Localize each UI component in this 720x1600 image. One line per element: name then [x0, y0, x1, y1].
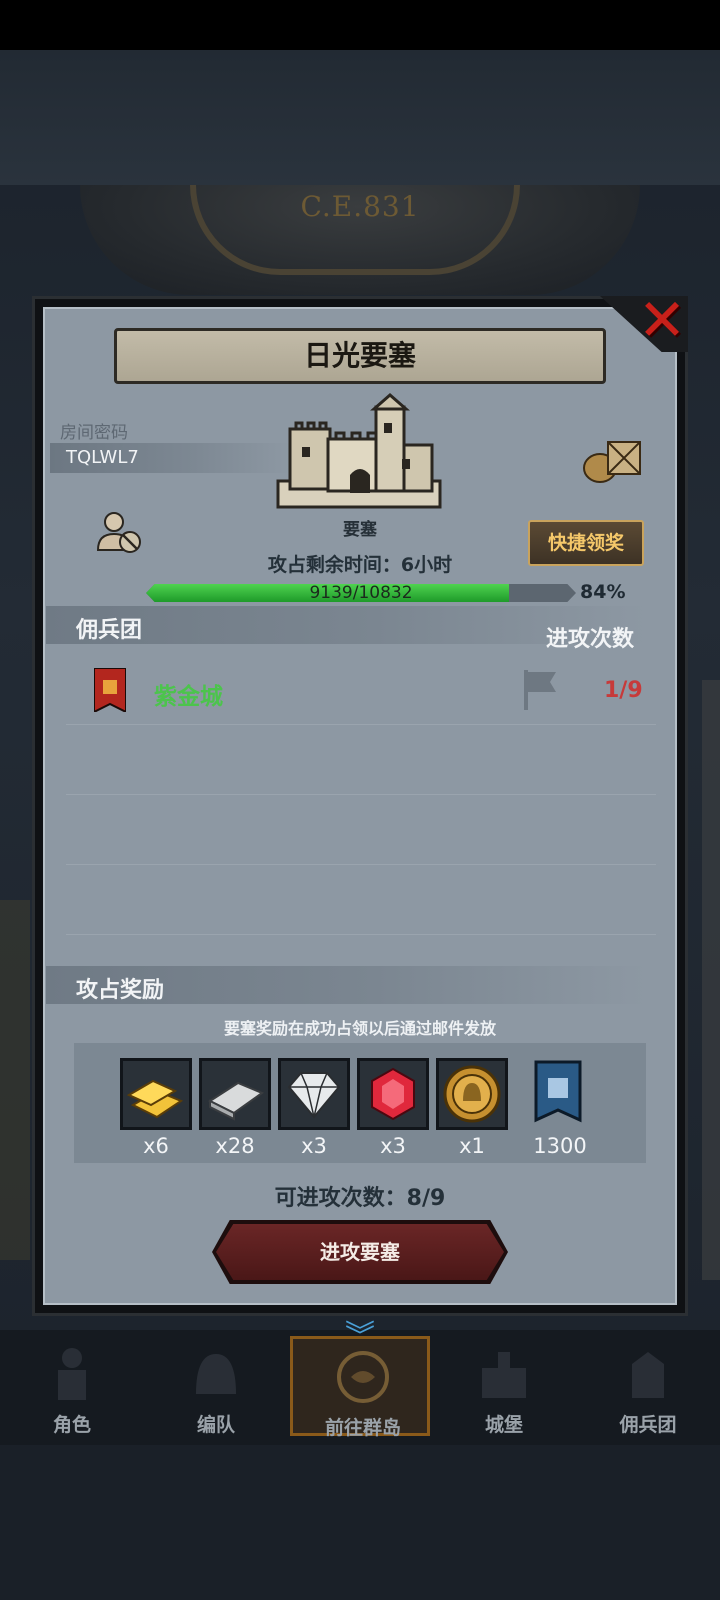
nav-label: 佣兵团: [619, 1414, 677, 1436]
diamond-icon[interactable]: [278, 1058, 350, 1130]
background-band: [0, 50, 720, 185]
capture-progress-text: 9139/10832: [309, 583, 413, 603]
nav-item-formation[interactable]: 编队: [146, 1336, 286, 1436]
row-divider: [66, 724, 656, 725]
nav-label: 城堡: [484, 1414, 523, 1436]
ruby-icon[interactable]: [357, 1058, 429, 1130]
castle-icon: [482, 1352, 526, 1398]
silver-bar-icon[interactable]: [199, 1058, 271, 1130]
capture-timer: 攻占剩余时间：6小时: [267, 554, 453, 576]
room-code[interactable]: TQLWL7: [50, 443, 290, 473]
reward-qty: x6: [143, 1134, 169, 1158]
nav-item-mercenary[interactable]: 佣兵团: [578, 1336, 718, 1436]
attempts-remaining: 可进攻次数：8/9: [274, 1186, 446, 1211]
guild-banner-icon: [94, 668, 126, 712]
dialog-title: 日光要塞: [114, 328, 606, 384]
rewards-note: 要塞奖励在成功占领以后通过邮件发放: [223, 1019, 496, 1038]
reward-qty: x28: [215, 1134, 255, 1158]
mercenary-header-label: 佣兵团: [76, 618, 143, 643]
knight-icon: [58, 1348, 86, 1400]
user-blocked-icon[interactable]: [96, 510, 144, 556]
nav-label: 角色: [52, 1414, 91, 1436]
reward-qty: x3: [380, 1134, 406, 1158]
reward-qty: x1: [459, 1134, 485, 1158]
mercenary-icon: [632, 1352, 664, 1398]
helmet-icon: [196, 1354, 236, 1394]
knight-medal-icon[interactable]: [436, 1058, 508, 1130]
castle-icon: [276, 393, 442, 509]
chevron-down-icon: ︾: [345, 1319, 375, 1354]
guild-banner-icon[interactable]: [534, 1060, 582, 1128]
row-divider: [66, 794, 656, 795]
compass-map-icon: [337, 1351, 389, 1403]
era-text: C.E.831: [300, 190, 420, 223]
side-decoration-right: [702, 680, 720, 1280]
fortress-label: 要塞: [343, 520, 377, 540]
reward-qty: 1300: [533, 1134, 587, 1158]
nav-item-castle[interactable]: 城堡: [434, 1336, 574, 1436]
gold-bar-icon[interactable]: [120, 1058, 192, 1130]
side-decoration-left: [0, 900, 30, 1260]
room-code-label: 房间密码: [60, 423, 128, 443]
reward-qty: x3: [301, 1134, 327, 1158]
guild-attack-count: 1/9: [604, 678, 643, 703]
row-divider: [66, 864, 656, 865]
loot-bag-icon[interactable]: [582, 436, 644, 484]
status-bar: [0, 0, 720, 50]
quick-claim-button[interactable]: 快捷领奖: [528, 520, 644, 566]
attack-fortress-button[interactable]: 进攻要塞: [216, 1224, 504, 1280]
flag-icon: [524, 670, 556, 710]
rewards-header-label: 攻占奖励: [76, 978, 165, 1003]
capture-progress-percent: 84%: [580, 581, 626, 603]
bottom-area: [0, 1445, 720, 1600]
nav-label: 编队: [196, 1414, 235, 1436]
guild-name[interactable]: 紫金城: [154, 677, 223, 711]
nav-item-character[interactable]: 角色: [2, 1336, 142, 1436]
close-x-icon[interactable]: ✕: [636, 291, 688, 349]
attack-count-header: 进攻次数: [546, 627, 635, 652]
nav-label: 前往群岛: [324, 1417, 401, 1439]
row-divider: [66, 934, 656, 935]
